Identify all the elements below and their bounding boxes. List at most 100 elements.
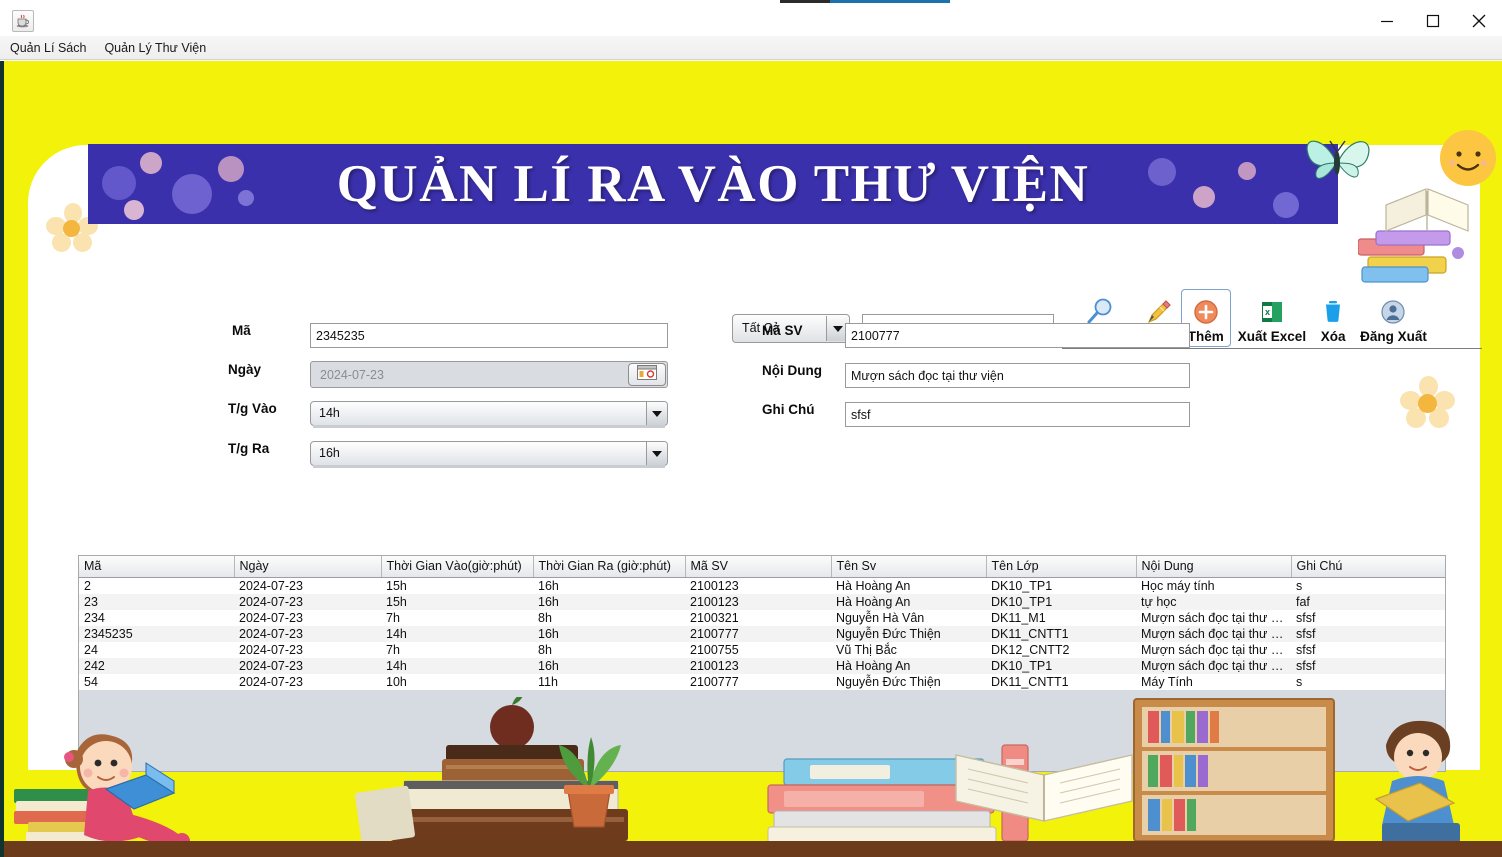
add-button-label: Thêm bbox=[1187, 329, 1224, 344]
cell-ghi-chu: s bbox=[1291, 673, 1445, 690]
delete-button-label: Xóa bbox=[1320, 329, 1346, 344]
logout-button[interactable]: Đăng Xuất bbox=[1353, 289, 1434, 347]
col-header-noi-dung[interactable]: Nội Dung bbox=[1136, 556, 1292, 578]
menu-bar: Quản Lí Sách Quản Lý Thư Viện bbox=[0, 36, 1502, 60]
svg-text:x: x bbox=[1265, 307, 1270, 317]
ngay-date-field[interactable]: 2024-07-23 bbox=[310, 361, 668, 388]
minimize-button[interactable] bbox=[1364, 3, 1410, 39]
cell-ten-sv: Hà Hoàng An bbox=[831, 657, 986, 674]
cell-ten-lop: DK11_M1 bbox=[986, 609, 1136, 626]
boy-reading-icon bbox=[1374, 720, 1460, 843]
close-button[interactable] bbox=[1456, 3, 1502, 39]
ghi-chu-label: Ghi Chú bbox=[762, 402, 815, 417]
cell-thoi-gian-vao: 15h bbox=[381, 577, 533, 594]
cell-ma-sv: 2100755 bbox=[685, 641, 831, 658]
export-excel-button-label: Xuất Excel bbox=[1237, 329, 1307, 344]
cell-ten-lop: DK10_TP1 bbox=[986, 657, 1136, 674]
open-book-icon bbox=[955, 754, 1133, 822]
cell-ngay: 2024-07-23 bbox=[234, 609, 381, 626]
tg-vao-value: 14h bbox=[319, 406, 340, 420]
cell-ghi-chu: s bbox=[1291, 577, 1445, 594]
col-header-ma-sv[interactable]: Mã SV bbox=[685, 556, 832, 578]
table-row[interactable]: 2345235 2024-07-23 14h 16h 2100777 Nguyễ… bbox=[79, 625, 1445, 642]
cell-ma-sv: 2100123 bbox=[685, 657, 831, 674]
user-logout-icon bbox=[1380, 296, 1406, 328]
cell-ghi-chu: sfsf bbox=[1291, 641, 1445, 658]
noi-dung-label: Nội Dung bbox=[762, 363, 822, 378]
col-header-ghi-chu[interactable]: Ghi Chú bbox=[1291, 556, 1445, 578]
col-header-thoi-gian-vao[interactable]: Thời Gian Vào(giờ:phút) bbox=[381, 556, 534, 578]
tg-ra-combo[interactable]: 16h bbox=[310, 441, 668, 468]
col-header-thoi-gian-ra[interactable]: Thời Gian Ra (giờ:phút) bbox=[533, 556, 686, 578]
cell-ma: 242 bbox=[79, 657, 234, 674]
cell-thoi-gian-ra: 8h bbox=[533, 609, 685, 626]
banner-title: QUẢN LÍ RA VÀO THƯ VIỆN bbox=[336, 155, 1090, 213]
col-header-ten-sv[interactable]: Tên Sv bbox=[831, 556, 987, 578]
cell-ten-lop: DK11_CNTT1 bbox=[986, 673, 1136, 690]
cell-thoi-gian-ra: 16h bbox=[533, 593, 685, 610]
toolbar-divider bbox=[1062, 348, 1482, 349]
cell-noi-dung: tự học bbox=[1136, 593, 1291, 610]
table-row[interactable]: 24 2024-07-23 7h 8h 2100755 Vũ Thị Bắc D… bbox=[79, 641, 1445, 658]
girl-reading-icon bbox=[14, 734, 190, 843]
bottom-illustration bbox=[4, 697, 1502, 857]
excel-icon: x bbox=[1259, 296, 1285, 328]
cell-ten-sv: Nguyễn Đức Thiện bbox=[831, 625, 986, 642]
cell-ma-sv: 2100321 bbox=[685, 609, 831, 626]
chevron-down-icon[interactable] bbox=[646, 442, 667, 465]
table-row[interactable]: 2 2024-07-23 15h 16h 2100123 Hà Hoàng An… bbox=[79, 577, 1445, 594]
table-row[interactable]: 242 2024-07-23 14h 16h 2100123 Hà Hoàng … bbox=[79, 657, 1445, 674]
table-row[interactable]: 23 2024-07-23 15h 16h 2100123 Hà Hoàng A… bbox=[79, 593, 1445, 610]
cell-ngay: 2024-07-23 bbox=[234, 673, 381, 690]
logout-button-label: Đăng Xuất bbox=[1360, 329, 1427, 344]
cell-ten-sv: Nguyễn Đức Thiện bbox=[831, 673, 986, 690]
ma-sv-input[interactable] bbox=[845, 323, 1190, 348]
calendar-icon bbox=[637, 364, 657, 385]
application-canvas: QUẢN LÍ RA VÀO THƯ VIỆN Tất Cả Thêm x Xu… bbox=[0, 61, 1502, 857]
potted-plant-icon bbox=[559, 737, 621, 828]
cell-ghi-chu: sfsf bbox=[1291, 609, 1445, 626]
cell-noi-dung: Máy Tính bbox=[1136, 673, 1291, 690]
menu-item-quan-li-sach[interactable]: Quản Lí Sách bbox=[2, 38, 94, 58]
cell-ten-sv: Nguyễn Hà Vân bbox=[831, 609, 986, 626]
export-excel-button[interactable]: x Xuất Excel bbox=[1231, 289, 1313, 347]
combo-shadow bbox=[313, 465, 665, 468]
cell-noi-dung: Mượn sách đọc tại thư vi... bbox=[1136, 609, 1291, 626]
table-row[interactable]: 234 2024-07-23 7h 8h 2100321 Nguyễn Hà V… bbox=[79, 609, 1445, 626]
bookshelf-icon bbox=[1133, 698, 1335, 842]
cell-ma: 54 bbox=[79, 673, 234, 690]
cell-ma-sv: 2100777 bbox=[685, 673, 831, 690]
col-header-ngay[interactable]: Ngày bbox=[234, 556, 382, 578]
cell-noi-dung: Mượn sách đọc tại thư vi... bbox=[1136, 641, 1291, 658]
cell-thoi-gian-ra: 16h bbox=[533, 657, 685, 674]
delete-button[interactable]: Xóa bbox=[1313, 289, 1353, 347]
java-coffee-cup-icon bbox=[12, 10, 34, 32]
ghi-chu-input[interactable] bbox=[845, 402, 1190, 427]
cell-ten-lop: DK12_CNTT2 bbox=[986, 641, 1136, 658]
noi-dung-input[interactable] bbox=[845, 363, 1190, 388]
cell-thoi-gian-vao: 14h bbox=[381, 625, 533, 642]
table-row[interactable]: 54 2024-07-23 10h 11h 2100777 Nguyễn Đức… bbox=[79, 673, 1445, 690]
cell-thoi-gian-vao: 15h bbox=[381, 593, 533, 610]
chevron-down-icon[interactable] bbox=[646, 402, 667, 425]
tg-vao-combo[interactable]: 14h bbox=[310, 401, 668, 428]
cell-ma: 234 bbox=[79, 609, 234, 626]
col-header-ten-lop[interactable]: Tên Lớp bbox=[986, 556, 1137, 578]
cell-ten-sv: Hà Hoàng An bbox=[831, 577, 986, 594]
menu-item-quan-ly-thu-vien[interactable]: Quản Lý Thư Viện bbox=[96, 38, 214, 58]
ma-input[interactable] bbox=[310, 323, 668, 348]
maximize-button[interactable] bbox=[1410, 3, 1456, 39]
cell-ten-sv: Hà Hoàng An bbox=[831, 593, 986, 610]
col-header-ma[interactable]: Mã bbox=[79, 556, 235, 578]
cell-noi-dung: Học máy tính bbox=[1136, 577, 1291, 594]
cell-ghi-chu: sfsf bbox=[1291, 625, 1445, 642]
cell-thoi-gian-vao: 10h bbox=[381, 673, 533, 690]
cell-ngay: 2024-07-23 bbox=[234, 577, 381, 594]
cell-ma: 2345235 bbox=[79, 625, 234, 642]
trash-icon bbox=[1320, 296, 1346, 328]
cell-thoi-gian-vao: 7h bbox=[381, 641, 533, 658]
tg-vao-label: T/g Vào bbox=[228, 401, 277, 416]
combo-shadow bbox=[313, 425, 665, 428]
cell-ngay: 2024-07-23 bbox=[234, 657, 381, 674]
calendar-picker-button[interactable] bbox=[628, 363, 666, 386]
